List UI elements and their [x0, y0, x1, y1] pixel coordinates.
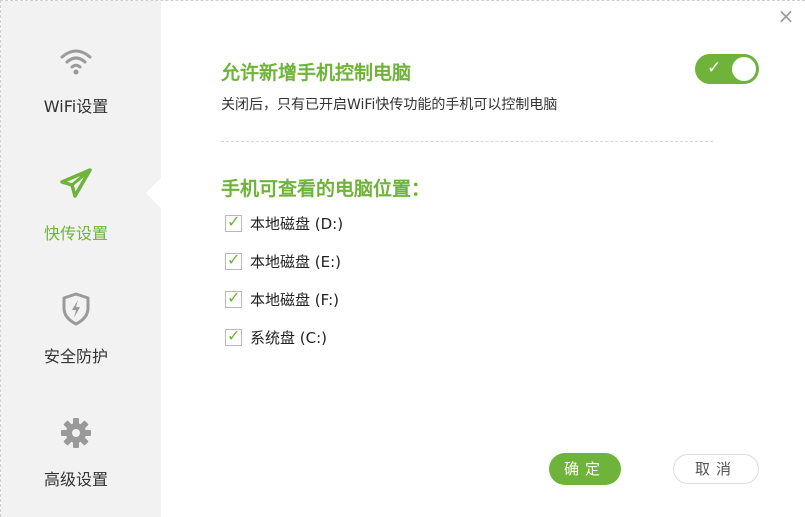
active-item-pointer [146, 177, 162, 209]
viewable-locations-title: 手机可查看的电脑位置： [221, 178, 431, 200]
check-icon: ✓ [227, 325, 241, 345]
sidebar-item-label: WiFi设置 [43, 97, 109, 116]
drive-checkbox-row[interactable]: ✓ 本地磁盘 (D:) [225, 212, 343, 234]
drive-checkbox-row[interactable]: ✓ 本地磁盘 (F:) [225, 288, 339, 310]
sidebar-item-wifi-settings[interactable]: WiFi设置 [1, 31, 161, 151]
sidebar-item-security-protection[interactable]: 安全防护 [1, 281, 161, 401]
sidebar-item-quick-transfer-settings[interactable]: 快传设置 [1, 156, 161, 276]
check-icon: ✓ [227, 211, 241, 231]
allow-new-phone-description: 关闭后，只有已开启WiFi快传功能的手机可以控制电脑 [221, 97, 558, 113]
ok-button[interactable]: 确定 [549, 453, 621, 485]
check-icon: ✓ [227, 287, 241, 307]
drive-checkbox[interactable]: ✓ [225, 249, 242, 270]
drive-label: 本地磁盘 (D:) [250, 214, 344, 233]
sidebar: WiFi设置 快传设置 安全防护 高级设置 [1, 1, 162, 517]
sidebar-item-label: 快传设置 [43, 224, 108, 243]
cancel-button[interactable]: 取消 [673, 454, 759, 484]
check-icon: ✓ [707, 58, 722, 78]
drive-checkbox[interactable]: ✓ [225, 211, 242, 232]
drive-checkbox[interactable]: ✓ [225, 287, 242, 308]
drive-checkbox-row[interactable]: ✓ 本地磁盘 (E:) [225, 250, 341, 272]
main-panel: 允许新增手机控制电脑 关闭后，只有已开启WiFi快传功能的手机可以控制电脑 ✓ … [161, 1, 805, 517]
drive-label: 本地磁盘 (F:) [250, 290, 339, 309]
drive-checkbox[interactable]: ✓ [225, 325, 242, 346]
allow-new-phone-toggle[interactable]: ✓ [695, 54, 759, 84]
allow-new-phone-title: 允许新增手机控制电脑 [221, 62, 412, 84]
wifi-icon [56, 41, 96, 81]
drive-checkbox-row[interactable]: ✓ 系统盘 (C:) [225, 326, 327, 348]
sidebar-item-label: 高级设置 [43, 470, 108, 489]
gear-icon [56, 413, 96, 453]
sidebar-item-label: 安全防护 [43, 347, 108, 366]
toggle-knob [732, 57, 756, 81]
section-divider [221, 141, 713, 142]
drive-label: 系统盘 (C:) [250, 328, 327, 347]
shield-lightning-icon [56, 289, 96, 329]
settings-window: × WiFi设置 快传设置 安全防护 高级设置 允许新增手机控制电脑 关闭后，只… [0, 0, 805, 517]
drive-label: 本地磁盘 (E:) [250, 252, 342, 271]
check-icon: ✓ [227, 249, 241, 269]
paper-plane-icon [56, 163, 96, 203]
sidebar-item-advanced-settings[interactable]: 高级设置 [1, 406, 161, 517]
